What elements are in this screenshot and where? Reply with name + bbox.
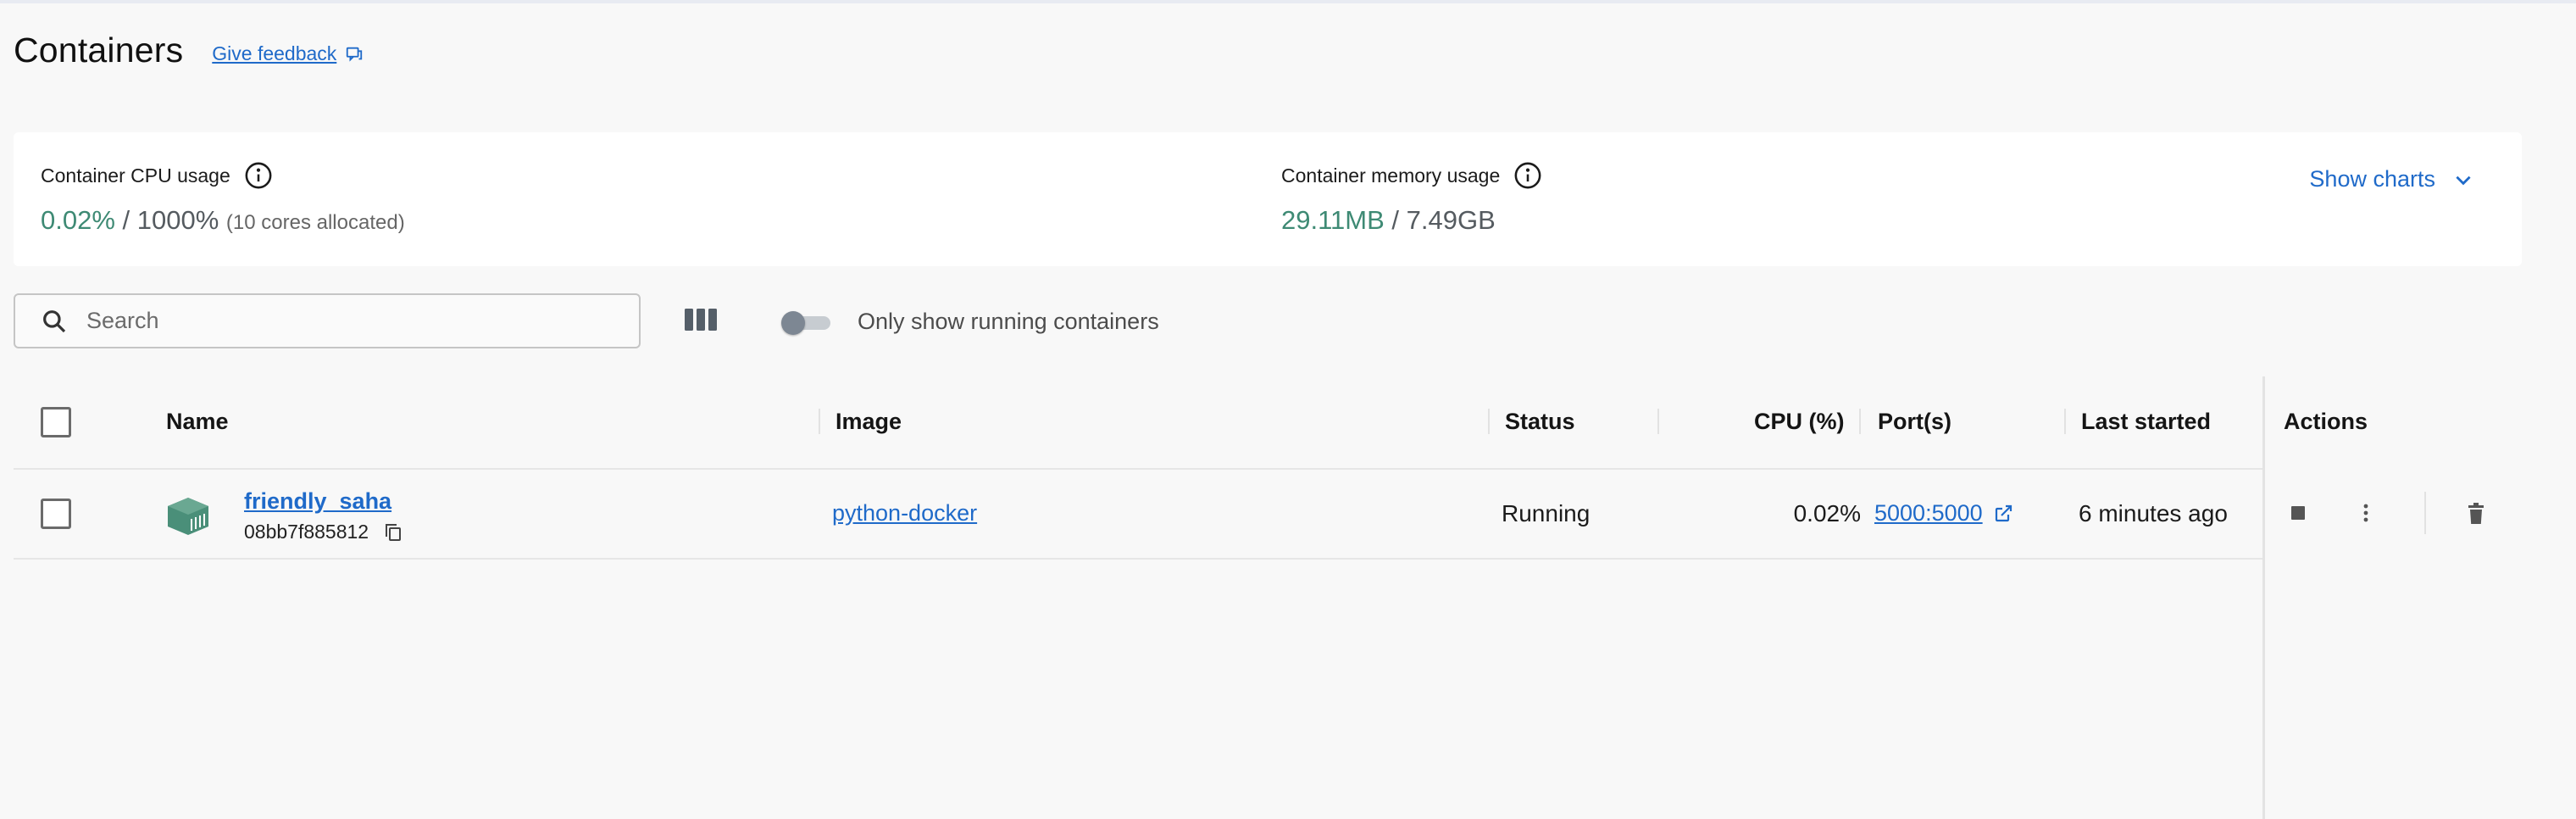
container-name-link[interactable]: friendly_saha <box>244 488 391 515</box>
cpu-total: 1000% <box>136 205 219 235</box>
header-actions: Actions <box>2284 409 2368 434</box>
header-ports[interactable]: Port(s) <box>1878 409 1951 435</box>
cpu-separator: / <box>114 205 137 235</box>
more-options-button[interactable] <box>2355 502 2377 528</box>
memory-usage-label: Container memory usage <box>1281 164 1501 187</box>
header-name[interactable]: Name <box>166 409 229 435</box>
table-row[interactable]: friendly_saha 08bb7f885812 python-docker… <box>14 470 2522 560</box>
table-header: Name Image Status CPU (%) Port(s) Last s… <box>14 376 2522 470</box>
cpu-cores-note: (10 cores allocated) <box>225 211 405 234</box>
running-only-toggle[interactable] <box>781 311 832 335</box>
header-cpu[interactable]: CPU (%) <box>1754 409 1845 435</box>
external-link-icon <box>1995 504 2012 521</box>
column-separator[interactable] <box>819 409 820 434</box>
header-image[interactable]: Image <box>836 409 902 435</box>
show-charts-button[interactable]: Show charts <box>2309 166 2474 192</box>
search-input[interactable] <box>86 308 612 334</box>
cpu-usage-heading: Container CPU usage <box>41 161 405 190</box>
top-border <box>0 0 2576 3</box>
search-icon <box>43 309 66 332</box>
delete-button[interactable] <box>2465 502 2487 530</box>
page-header: Containers Give feedback <box>14 31 364 70</box>
info-icon[interactable] <box>1513 161 1542 190</box>
stop-icon <box>2291 506 2305 520</box>
info-icon[interactable] <box>244 161 273 190</box>
column-separator[interactable] <box>2064 409 2066 434</box>
header-last-started[interactable]: Last started <box>2081 409 2211 435</box>
copy-icon[interactable] <box>384 522 402 543</box>
container-icon <box>168 498 208 535</box>
memory-used: 29.11MB <box>1281 205 1385 235</box>
more-vertical-icon <box>2363 504 2368 522</box>
trash-icon <box>2468 503 2484 524</box>
stop-button[interactable] <box>2287 502 2309 528</box>
cpu-usage: Container CPU usage 0.02% / 1000% (10 co… <box>41 161 405 236</box>
memory-usage: Container memory usage 29.11MB / 7.49GB <box>1281 161 1542 236</box>
column-separator[interactable] <box>1488 409 1490 434</box>
cpu-value: 0.02% <box>1793 500 1861 526</box>
chevron-down-icon <box>2456 176 2471 185</box>
port-text: 5000:5000 <box>1874 500 1983 526</box>
columns-button[interactable] <box>683 307 719 337</box>
container-id-text: 08bb7f885812 <box>244 521 369 543</box>
actions-column: Actions <box>2262 376 2522 819</box>
image-link[interactable]: python-docker <box>832 500 977 526</box>
toggle-knob <box>781 311 805 335</box>
containers-table: Name Image Status CPU (%) Port(s) Last s… <box>14 376 2522 819</box>
actions-divider <box>2424 492 2426 534</box>
give-feedback-label: Give feedback <box>212 42 337 64</box>
memory-separator: / <box>1384 205 1407 235</box>
cpu-used: 0.02% <box>41 205 115 235</box>
last-started-text: 6 minutes ago <box>2079 500 2228 526</box>
give-feedback-link[interactable]: Give feedback <box>212 42 364 65</box>
cpu-usage-values: 0.02% / 1000% (10 cores allocated) <box>41 205 405 236</box>
row-checkbox[interactable] <box>41 499 71 529</box>
select-all-checkbox[interactable] <box>41 407 71 437</box>
search-field[interactable] <box>14 293 641 348</box>
memory-usage-values: 29.11MB / 7.49GB <box>1281 205 1542 236</box>
status-text: Running <box>1502 500 1591 526</box>
port-link[interactable]: 5000:5000 <box>1874 500 2013 526</box>
memory-total: 7.49GB <box>1406 205 1496 235</box>
column-separator[interactable] <box>1657 409 1659 434</box>
cpu-usage-label: Container CPU usage <box>41 164 230 187</box>
feedback-icon <box>347 47 363 62</box>
show-charts-label: Show charts <box>2309 166 2435 192</box>
header-status[interactable]: Status <box>1505 409 1575 435</box>
columns-icon <box>685 309 717 331</box>
running-only-label: Only show running containers <box>858 309 1159 334</box>
usage-card: Container CPU usage 0.02% / 1000% (10 co… <box>14 132 2522 266</box>
memory-usage-heading: Container memory usage <box>1281 161 1542 190</box>
page-title: Containers <box>14 31 184 70</box>
container-id: 08bb7f885812 <box>244 521 402 543</box>
column-separator[interactable] <box>1859 409 1861 434</box>
